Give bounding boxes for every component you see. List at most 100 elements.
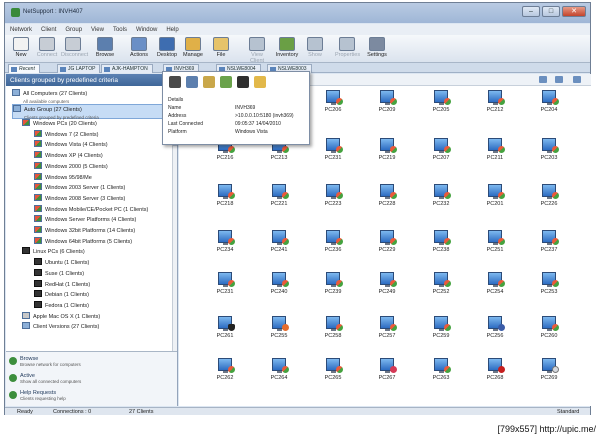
client-tile[interactable]: PC265 (313, 358, 353, 394)
chat-icon[interactable] (186, 76, 198, 88)
client-tile[interactable]: PC239 (313, 272, 353, 308)
tree-node[interactable]: Client Versions (27 Clients) (22, 322, 99, 332)
footer-help-requests-link[interactable]: Help Requests Clients requesting help (9, 390, 66, 401)
client-tile[interactable]: PC203 (529, 138, 569, 174)
tree-node[interactable]: Apple Mac OS X (1 Clients) (22, 311, 100, 322)
toolbar-settings-button[interactable]: Settings (365, 37, 389, 58)
tree-node[interactable]: Windows XP (4 Clients) (34, 151, 103, 161)
tree-node[interactable]: Suse (1 Clients) (34, 268, 84, 279)
footer-active-link[interactable]: Active Show all connected computers (9, 373, 81, 384)
client-tile[interactable]: PC253 (529, 272, 569, 308)
client-tile[interactable]: PC249 (367, 272, 407, 308)
close-button[interactable]: ✕ (562, 6, 586, 17)
tree-node[interactable]: Windows Mobile/CE/Pocket PC (1 Clients) (34, 204, 148, 215)
client-tile[interactable]: PC240 (259, 272, 299, 308)
toolbar-new-button[interactable]: New (9, 37, 33, 58)
tree-node[interactable]: Linux PCs (6 Clients) (22, 247, 85, 257)
client-tile[interactable]: PC204 (529, 90, 569, 126)
command-prompt-icon[interactable] (237, 76, 249, 88)
tree-node[interactable]: Windows PCs (20 Clients) (22, 119, 97, 129)
menu-group[interactable]: Group (65, 27, 82, 33)
client-tile[interactable]: PC209 (367, 90, 407, 126)
maximize-button[interactable]: □ (542, 6, 560, 17)
client-tile[interactable]: PC237 (529, 230, 569, 266)
toolbar-inventory-button[interactable]: Inventory (275, 37, 299, 58)
client-tile[interactable]: PC269 (529, 358, 569, 394)
client-tile[interactable]: PC261 (205, 316, 245, 352)
client-tile[interactable]: PC219 (367, 138, 407, 174)
tree-node[interactable]: Windows 2000 (5 Clients) (34, 161, 108, 172)
client-tile[interactable]: PC223 (313, 184, 353, 220)
client-tile[interactable]: PC231 (205, 272, 245, 308)
toolbar-desktop-button[interactable]: Desktop (155, 37, 179, 58)
client-tile[interactable]: PC228 (367, 184, 407, 220)
client-tile[interactable]: PC257 (367, 316, 407, 352)
toolbar-disconnect-button[interactable]: Disconnect (61, 37, 88, 58)
client-tile[interactable]: PC254 (475, 272, 515, 308)
tab-recent[interactable]: Recent (8, 64, 40, 73)
client-tile[interactable]: PC263 (421, 358, 461, 394)
tab-ajk-hampton[interactable]: AJK-HAMPTON (101, 64, 153, 73)
client-tile[interactable]: PC212 (475, 90, 515, 126)
toolbar-connect-button[interactable]: Connect (35, 37, 59, 58)
client-tile[interactable]: PC268 (475, 358, 515, 394)
tree-node[interactable]: Auto Group (27 Clients) Clients grouped b… (12, 104, 171, 120)
menu-client[interactable]: Client (41, 27, 56, 33)
client-tile[interactable]: PC229 (367, 230, 407, 266)
toolbar-file-button[interactable]: File (209, 37, 233, 58)
tree-node[interactable]: Windows 2003 Server (1 Clients) (34, 183, 125, 193)
tree-node[interactable]: All Computers (27 Clients) All available … (12, 89, 87, 104)
toolbar-manage-button[interactable]: Manage (181, 37, 205, 58)
tree-node[interactable]: Debian (1 Clients) (34, 290, 89, 300)
toolbar-actions-button[interactable]: Actions (127, 37, 151, 58)
client-tile[interactable]: PC201 (475, 184, 515, 220)
client-tile[interactable]: PC226 (529, 184, 569, 220)
sort-icon[interactable] (539, 76, 547, 83)
client-tile[interactable]: PC252 (421, 272, 461, 308)
client-tile[interactable]: PC231 (313, 138, 353, 174)
toolbar-browse-button[interactable]: Browse (93, 37, 117, 58)
tab-jg-laptop[interactable]: JG LAPTOP (57, 64, 101, 73)
tree-node[interactable]: Windows 7 (2 Clients) (34, 129, 99, 140)
tree-node[interactable]: Fedora (1 Clients) (34, 300, 89, 311)
client-tile[interactable]: PC262 (205, 358, 245, 394)
client-tile[interactable]: PC251 (475, 230, 515, 266)
client-tile[interactable]: PC221 (259, 184, 299, 220)
toolbar-properties-button[interactable]: Properties (335, 37, 360, 58)
tree-node[interactable]: Windows Vista (4 Clients) (34, 140, 108, 150)
client-tile[interactable]: PC255 (259, 316, 299, 352)
client-tile[interactable]: PC267 (367, 358, 407, 394)
menu-tools[interactable]: Tools (113, 27, 127, 33)
client-tile[interactable]: PC207 (421, 138, 461, 174)
file-transfer-icon[interactable] (203, 76, 215, 88)
view-icon[interactable] (169, 76, 181, 88)
menu-help[interactable]: Help (166, 27, 178, 33)
tree-node[interactable]: Ubuntu (1 Clients) (34, 258, 89, 268)
toolbar-view-client-button[interactable]: View Client (245, 37, 269, 64)
menu-window[interactable]: Window (136, 27, 157, 33)
tree-node[interactable]: Windows 2008 Server (3 Clients) (34, 193, 125, 204)
footer-browse-link[interactable]: Browse Browse network for computers (9, 356, 81, 367)
toolbar-show-button[interactable]: Show (303, 37, 327, 58)
client-tile[interactable]: PC258 (313, 316, 353, 352)
tree-node[interactable]: Windows Server Platforms (4 Clients) (34, 215, 136, 225)
client-tile[interactable]: PC234 (205, 230, 245, 266)
client-tile[interactable]: PC256 (475, 316, 515, 352)
client-tile[interactable]: PC260 (529, 316, 569, 352)
client-tile[interactable]: PC264 (259, 358, 299, 394)
list-view-icon[interactable] (573, 76, 581, 83)
minimize-button[interactable]: – (522, 6, 540, 17)
client-tile[interactable]: PC259 (421, 316, 461, 352)
tree-node[interactable]: Windows 32bit Platforms (14 Clients) (34, 226, 135, 236)
client-tile[interactable]: PC218 (205, 184, 245, 220)
client-tile[interactable]: PC232 (421, 184, 461, 220)
tree-node[interactable]: Windows 64bit Platforms (5 Clients) (34, 236, 132, 247)
client-tile[interactable]: PC206 (313, 90, 353, 126)
client-tile[interactable]: PC205 (421, 90, 461, 126)
inventory-icon[interactable] (220, 76, 232, 88)
client-tile[interactable]: PC236 (313, 230, 353, 266)
tree-node[interactable]: RedHat (1 Clients) (34, 279, 90, 290)
menu-view[interactable]: View (91, 27, 104, 33)
client-tile[interactable]: PC238 (421, 230, 461, 266)
client-tile[interactable]: PC211 (475, 138, 515, 174)
